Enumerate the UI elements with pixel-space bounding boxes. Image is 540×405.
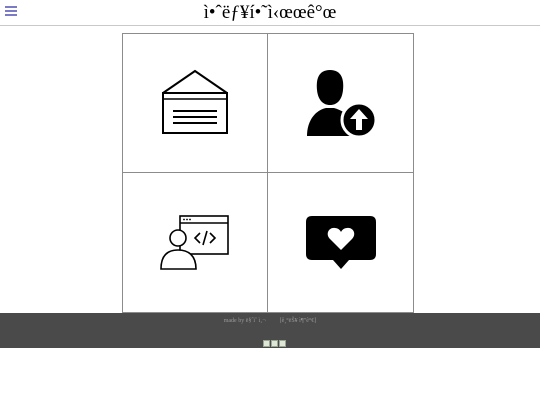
footer-badges: [263, 334, 287, 347]
tile-grid: [122, 33, 414, 313]
tile-mail[interactable]: [123, 34, 268, 173]
contact-link[interactable]: [ê¸°ëŠ¥ ì¶”ê°€]: [280, 318, 317, 324]
tile-user-upload[interactable]: [268, 34, 413, 173]
mailbox-icon: [162, 69, 228, 134]
page-title: ì•ˆëƒ¥í•˜ì‹œœê°œ: [203, 2, 337, 23]
badge-icon[interactable]: [279, 340, 286, 347]
made-by-text: made by ë§ˆìˆ ì‚¬: [223, 318, 266, 324]
developer-code-icon: [160, 214, 229, 270]
tile-developer[interactable]: [123, 173, 268, 312]
heart-message-icon: [305, 215, 376, 269]
top-bar: ì•ˆëƒ¥í•˜ì‹œœê°œ: [0, 0, 540, 26]
footer: made by ë§ˆìˆ ì‚¬ [ê¸°ëŠ¥ ì¶”ê°€]: [0, 313, 540, 348]
user-upload-icon: [306, 70, 376, 138]
badge-icon[interactable]: [271, 340, 278, 347]
tile-heart-message[interactable]: [268, 173, 413, 312]
badge-icon[interactable]: [263, 340, 270, 347]
footer-credits: made by ë§ˆìˆ ì‚¬ [ê¸°ëŠ¥ ì¶”ê°€]: [0, 317, 540, 325]
